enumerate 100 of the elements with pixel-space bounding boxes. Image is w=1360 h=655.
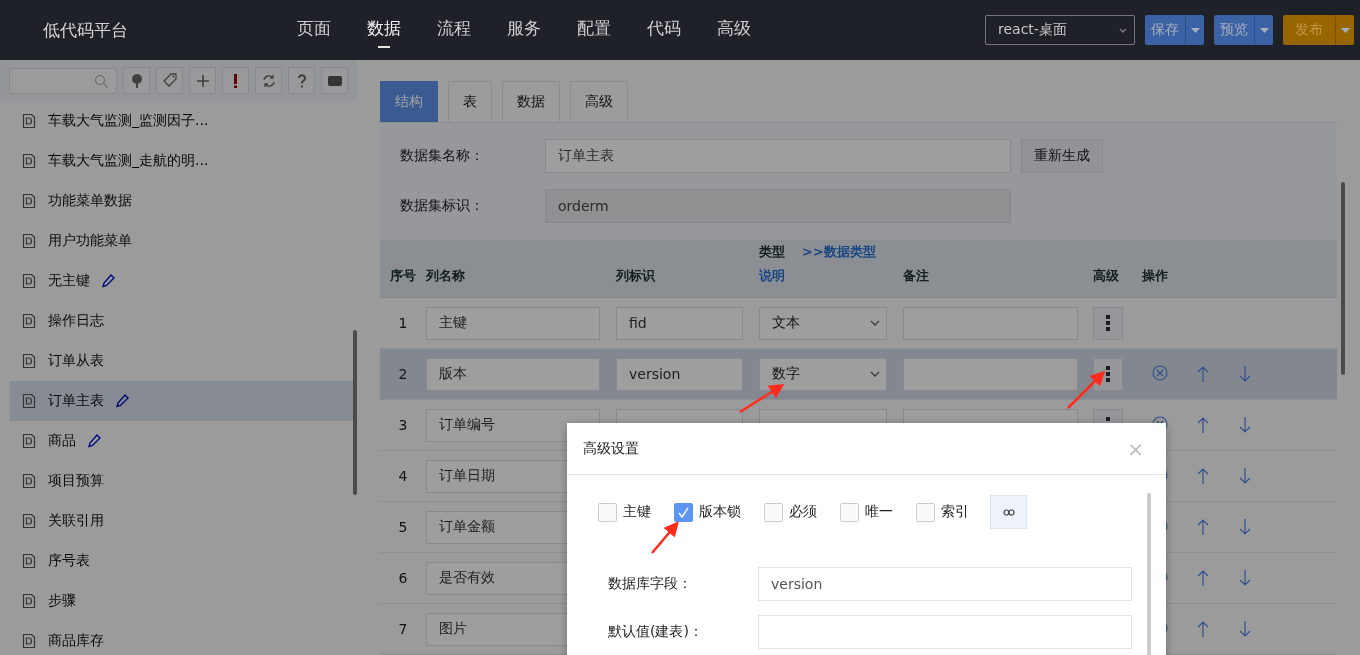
nav-tab[interactable]: 页面 [297, 12, 331, 48]
arrow-up-icon[interactable] [1196, 365, 1210, 383]
column-name-field[interactable]: 主键 [426, 306, 600, 340]
tag-icon [161, 72, 178, 89]
text-field[interactable] [758, 615, 1132, 649]
item-label: 步骤 [48, 592, 76, 610]
sidebar-item[interactable]: 步骤 [10, 581, 357, 621]
arrow-up-icon[interactable] [1196, 620, 1210, 638]
arrow-down-icon[interactable] [1238, 467, 1252, 485]
sidebar-item[interactable]: 商品库存 [10, 621, 357, 655]
help-button[interactable] [288, 67, 315, 94]
sidebar-item[interactable]: 商品 [10, 421, 357, 461]
row-number: 3 [397, 417, 409, 433]
refresh-button[interactable] [255, 67, 282, 94]
document-icon [22, 233, 36, 249]
alert-button[interactable] [222, 67, 249, 94]
type-select[interactable]: 数字 [759, 357, 887, 391]
document-icon [22, 473, 36, 489]
document-icon [22, 153, 36, 169]
checkbox[interactable] [598, 502, 617, 522]
arrow-up-icon[interactable] [1196, 518, 1210, 536]
checkbox[interactable] [764, 502, 783, 522]
column-name-field[interactable]: 版本 [426, 357, 600, 391]
tab[interactable]: 高级 [570, 81, 628, 122]
document-icon [22, 633, 36, 649]
dialog-title: 高级设置 [583, 439, 639, 458]
row-number: 1 [397, 315, 409, 331]
checkbox-label: 必须 [789, 503, 817, 521]
item-label: 车载大气监测_监测因子... [48, 112, 209, 130]
plus-button[interactable] [189, 67, 216, 94]
alert-icon [234, 73, 237, 88]
checkbox[interactable] [674, 502, 693, 522]
checkbox[interactable] [840, 502, 859, 522]
tab[interactable]: 数据 [502, 81, 560, 122]
item-label: 订单从表 [48, 352, 104, 370]
sidebar-item[interactable]: 无主键 [10, 261, 357, 301]
chevron-icon [870, 370, 880, 378]
annotation-arrow [650, 520, 680, 555]
item-label: 用户功能菜单 [48, 232, 132, 250]
document-icon [22, 193, 36, 209]
name-field[interactable]: 订单主表 [545, 139, 1011, 173]
sidebar-item[interactable]: 用户功能菜单 [10, 221, 357, 261]
pencil-icon[interactable] [88, 434, 101, 448]
column-header: 列标识 [616, 267, 656, 285]
arrow-up-icon[interactable] [1196, 467, 1210, 485]
chevron-icon [1118, 26, 1128, 34]
column-header: 备注 [903, 267, 930, 285]
checkbox[interactable] [916, 502, 935, 522]
sidebar-item[interactable]: 订单从表 [10, 341, 357, 381]
arrow-down-icon[interactable] [1238, 518, 1252, 536]
nav-tab[interactable]: 配置 [577, 12, 611, 48]
note-field[interactable] [903, 357, 1078, 391]
text-field[interactable]: version [758, 567, 1132, 601]
nav-tab[interactable]: 流程 [437, 12, 471, 48]
sidebar-item[interactable]: 关联引用 [10, 501, 357, 541]
arrow-up-icon[interactable] [1196, 569, 1210, 587]
caret-icon [1190, 27, 1200, 33]
column-id-field[interactable]: fid [616, 306, 743, 340]
document-icon [22, 593, 36, 609]
more-button[interactable] [1093, 306, 1123, 340]
sidebar-item[interactable]: 车载大气监测_走航的明... [10, 141, 357, 181]
column-id-field[interactable]: version [616, 357, 743, 391]
tag-button[interactable] [156, 67, 183, 94]
annotation-arrow [1066, 368, 1106, 410]
arrow-down-icon[interactable] [1238, 569, 1252, 587]
arrow-down-icon[interactable] [1238, 365, 1252, 383]
sidebar-item[interactable]: 项目预算 [10, 461, 357, 501]
app-select[interactable]: react-桌面 [985, 15, 1135, 45]
checkbox-label: 索引 [941, 503, 969, 521]
link-button[interactable] [990, 495, 1027, 529]
search-field[interactable] [9, 67, 117, 94]
sidebar-item[interactable]: 车载大气监测_监测因子... [10, 101, 357, 141]
row-number: 4 [397, 468, 409, 484]
pencil-icon[interactable] [102, 274, 115, 288]
nav-tab[interactable]: 高级 [717, 12, 751, 48]
sidebar-item[interactable]: 功能菜单数据 [10, 181, 357, 221]
tab[interactable]: 表 [448, 81, 492, 122]
type-select[interactable]: 文本 [759, 306, 887, 340]
pencil-icon[interactable] [116, 394, 129, 408]
nav-tab[interactable]: 代码 [647, 12, 681, 48]
sidebar-item[interactable]: 序号表 [10, 541, 357, 581]
document-icon [22, 353, 36, 369]
refresh-icon [260, 72, 277, 89]
item-label: 序号表 [48, 552, 90, 570]
field-label: 默认值(建表)： [608, 623, 704, 641]
field-label: 数据库字段： [608, 575, 693, 593]
sidebar-item[interactable]: 操作日志 [10, 301, 357, 341]
document-icon [22, 113, 36, 129]
arrow-down-icon[interactable] [1238, 416, 1252, 434]
arrow-up-icon[interactable] [1196, 416, 1210, 434]
row-number: 2 [397, 366, 409, 382]
search-icon [94, 73, 108, 88]
regenerate-button[interactable]: 重新生成 [1021, 139, 1103, 173]
tree-button[interactable] [123, 67, 150, 94]
nav-tab[interactable]: 服务 [507, 12, 541, 48]
document-icon [22, 433, 36, 449]
chat-button[interactable] [321, 67, 348, 94]
arrow-down-icon[interactable] [1238, 620, 1252, 638]
check-icon [678, 506, 689, 518]
row-number: 5 [397, 519, 409, 535]
